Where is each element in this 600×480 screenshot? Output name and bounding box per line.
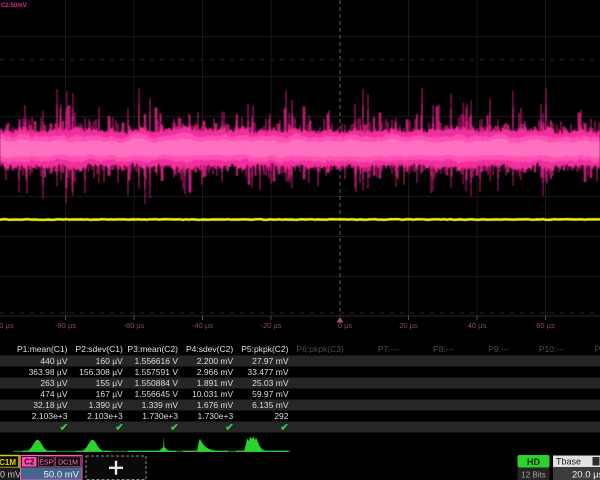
svg-text:1.730e+3: 1.730e+3: [142, 411, 178, 421]
svg-text:1.550884 V: 1.550884 V: [135, 378, 179, 388]
svg-text:155 µV: 155 µV: [96, 378, 123, 388]
svg-text:P11:---: P11:---: [595, 344, 600, 354]
svg-text:✔: ✔: [60, 423, 68, 434]
svg-text:P6:pkpk(C3): P6:pkpk(C3): [297, 344, 344, 354]
svg-text:59.97 mV: 59.97 mV: [252, 389, 289, 399]
svg-text:2.200 mV: 2.200 mV: [197, 356, 234, 366]
svg-text:440 µV: 440 µV: [40, 356, 67, 366]
svg-text:✔: ✔: [225, 423, 233, 434]
svg-text:P4:sdev(C2): P4:sdev(C2): [186, 344, 233, 354]
svg-text:-80 µs: -80 µs: [55, 321, 76, 330]
svg-text:HD: HD: [527, 457, 540, 467]
svg-text:167 µV: 167 µV: [96, 389, 123, 399]
svg-text:50.0 mV: 50.0 mV: [44, 469, 80, 480]
svg-text:1.557591 V: 1.557591 V: [135, 367, 179, 377]
svg-text:✔: ✔: [170, 423, 178, 434]
svg-text:60 µs: 60 µs: [536, 321, 555, 330]
svg-text:1.556645 V: 1.556645 V: [135, 389, 179, 399]
svg-text:C2:50mV: C2:50mV: [1, 3, 27, 9]
svg-text:-40 µs: -40 µs: [192, 321, 213, 330]
svg-text:160 µV: 160 µV: [96, 356, 123, 366]
svg-text:1.390 µV: 1.390 µV: [89, 400, 124, 410]
svg-text:0 mV: 0 mV: [0, 469, 21, 479]
svg-text:-20 µs: -20 µs: [261, 321, 282, 330]
svg-text:✔: ✔: [115, 423, 123, 434]
svg-text:6.135 mV: 6.135 mV: [252, 400, 289, 410]
svg-text:P10:---: P10:---: [539, 344, 565, 354]
svg-text:P5:pkpk(C2): P5:pkpk(C2): [241, 344, 288, 354]
svg-text:1.339 mV: 1.339 mV: [142, 400, 179, 410]
svg-text:20.0 µs: 20.0 µs: [572, 470, 600, 480]
svg-text:DC1M: DC1M: [58, 459, 78, 466]
svg-text:25.03 mV: 25.03 mV: [252, 378, 289, 388]
svg-text:2.966 mV: 2.966 mV: [197, 367, 234, 377]
svg-text:✔: ✔: [280, 423, 288, 434]
svg-text:C2: C2: [24, 458, 35, 467]
svg-text:156.308 µV: 156.308 µV: [79, 367, 123, 377]
svg-text:363.98 µV: 363.98 µV: [29, 367, 68, 377]
svg-text:-60 µs: -60 µs: [124, 321, 145, 330]
svg-text:2.103e+3: 2.103e+3: [32, 411, 68, 421]
svg-text:P8:---: P8:---: [433, 344, 454, 354]
svg-text:P7:---: P7:---: [378, 344, 399, 354]
svg-text:27.97 mV: 27.97 mV: [252, 356, 289, 366]
svg-text:1.891 mV: 1.891 mV: [197, 378, 234, 388]
svg-text:P9:---: P9:---: [488, 344, 509, 354]
svg-text:-100 µs: -100 µs: [0, 321, 14, 330]
svg-text:Tbase: Tbase: [556, 457, 581, 467]
svg-text:1.676 mV: 1.676 mV: [197, 400, 234, 410]
svg-text:1.730e+3: 1.730e+3: [197, 411, 233, 421]
svg-text:33.477 mV: 33.477 mV: [247, 367, 288, 377]
svg-text:12 Bits: 12 Bits: [521, 471, 545, 480]
svg-text:P3:mean(C2): P3:mean(C2): [127, 344, 178, 354]
svg-text:P1:mean(C1): P1:mean(C1): [17, 344, 68, 354]
svg-text:40 µs: 40 µs: [468, 321, 487, 330]
svg-text:P2:sdev(C1): P2:sdev(C1): [76, 344, 123, 354]
svg-text:2.103e+3: 2.103e+3: [87, 411, 123, 421]
svg-text:1.556616 V: 1.556616 V: [135, 356, 179, 366]
svg-text:292: 292: [274, 411, 288, 421]
svg-text:263 µV: 263 µV: [40, 378, 67, 388]
svg-text:10.031 mV: 10.031 mV: [192, 389, 233, 399]
svg-text:ESP: ESP: [39, 459, 53, 466]
svg-text:20 µs: 20 µs: [399, 321, 418, 330]
svg-text:32.18 µV: 32.18 µV: [33, 400, 68, 410]
svg-text:474 µV: 474 µV: [40, 389, 67, 399]
svg-text:C1M: C1M: [0, 458, 16, 467]
